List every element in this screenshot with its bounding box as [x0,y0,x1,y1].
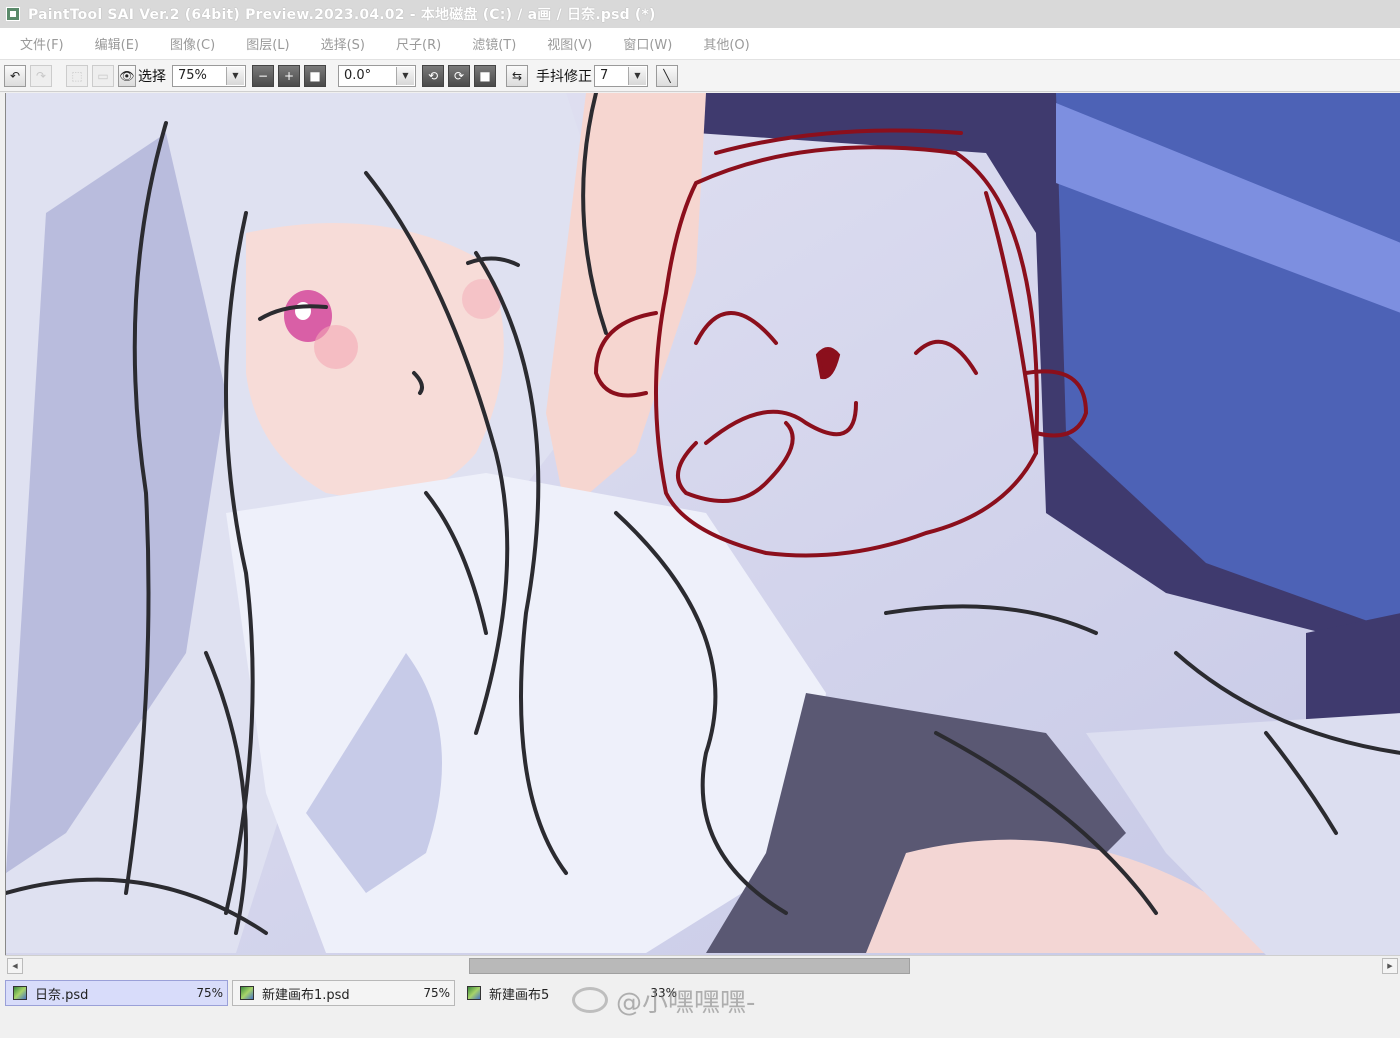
zoom-value: 75% [178,68,207,83]
deselect-icon: ⬚ [71,68,83,83]
plus-icon: + [283,68,295,83]
zoom-reset-button[interactable]: ■ [304,64,326,87]
watermark: @小嘿嘿嘿- [572,980,755,1020]
menu-other[interactable]: 其他(O) [703,34,749,53]
chevron-down-icon[interactable]: ▼ [226,66,244,85]
document-zoom: 75% [196,986,223,1000]
undo-button[interactable]: ↶ [4,64,26,87]
menu-image[interactable]: 图像(C) [170,34,215,53]
chevron-down-icon[interactable]: ▼ [396,66,414,85]
flip-horizontal-icon: ⇆ [511,68,523,83]
square-icon: ■ [479,68,491,83]
chevron-right-icon: ▶ [1387,962,1393,970]
rotate-ccw-button[interactable]: ⟲ [422,64,444,87]
title-bar: PaintTool SAI Ver.2 (64bit) Preview.2023… [0,0,1400,28]
redo-icon: ↷ [35,68,47,83]
zoom-out-button[interactable]: − [252,64,274,87]
scroll-left-button[interactable]: ◀ [7,958,23,974]
zoom-combo[interactable]: 75% ▼ [172,64,246,87]
drawing-canvas[interactable] [5,93,1400,955]
document-name: 日奈.psd [35,987,89,1003]
undo-icon: ↶ [9,68,21,83]
toolbar: ↶ ↷ ⬚ ▭ 👁 选择 75% ▼ − + ■ 0.0° ▼ ⟲ ⟳ ■ ⇆ … [0,60,1400,92]
minus-icon: − [257,68,269,83]
menu-select[interactable]: 选择(S) [321,34,365,53]
stabilizer-value: 7 [600,68,609,83]
document-name: 新建画布5 [489,987,550,1003]
menu-layer[interactable]: 图层(L) [246,34,289,53]
menu-window[interactable]: 窗口(W) [623,34,672,53]
flip-horizontal-button[interactable]: ⇆ [506,64,528,87]
invert-selection-icon: ▭ [97,68,109,83]
stroke-mode-button[interactable]: ╲ [656,64,678,87]
document-name: 新建画布1.psd [262,987,350,1003]
image-icon [467,986,481,1000]
rotate-cw-button[interactable]: ⟳ [448,64,470,87]
horizontal-scrollbar[interactable]: ◀ ▶ [5,955,1400,975]
menu-ruler[interactable]: 尺子(R) [396,34,441,53]
rotate-ccw-icon: ⟲ [427,68,439,83]
eye-icon: 👁 [119,68,135,83]
app-icon [6,7,20,21]
rotate-cw-icon: ⟳ [453,68,465,83]
menu-filter[interactable]: 滤镜(T) [472,34,516,53]
menu-file[interactable]: 文件(F) [20,34,64,53]
rotation-reset-button[interactable]: ■ [474,64,496,87]
document-tab[interactable]: 日奈.psd 75% [5,980,228,1006]
window-title: PaintTool SAI Ver.2 (64bit) Preview.2023… [28,7,656,23]
image-icon [13,986,27,1000]
weibo-logo-icon [572,987,608,1013]
selection-visibility-toggle[interactable]: 👁 [118,64,136,87]
watermark-text: @小嘿嘿嘿- [616,987,756,1018]
image-icon [240,986,254,1000]
zoom-in-button[interactable]: + [278,64,300,87]
invert-selection-button[interactable]: ▭ [92,64,114,87]
selection-label: 选择 [138,68,166,85]
document-zoom: 75% [423,986,450,1000]
scroll-thumb[interactable] [469,958,910,974]
redo-button[interactable]: ↷ [30,64,52,87]
document-tab[interactable]: 新建画布1.psd 75% [232,980,455,1006]
rotation-combo[interactable]: 0.0° ▼ [338,64,416,87]
menu-view[interactable]: 视图(V) [547,34,592,53]
stabilizer-combo[interactable]: 7 ▼ [594,64,648,87]
stabilizer-label: 手抖修正 [536,68,592,85]
chevron-left-icon: ◀ [12,962,18,970]
menu-bar: 文件(F) 编辑(E) 图像(C) 图层(L) 选择(S) 尺子(R) 滤镜(T… [0,28,1400,60]
chevron-down-icon[interactable]: ▼ [628,66,646,85]
square-icon: ■ [309,68,321,83]
line-stroke-icon: ╲ [663,68,671,83]
scroll-right-button[interactable]: ▶ [1382,958,1398,974]
menu-edit[interactable]: 编辑(E) [95,34,139,53]
deselect-button[interactable]: ⬚ [66,64,88,87]
canvas-artwork [6,93,1400,955]
rotation-value: 0.0° [344,68,372,83]
